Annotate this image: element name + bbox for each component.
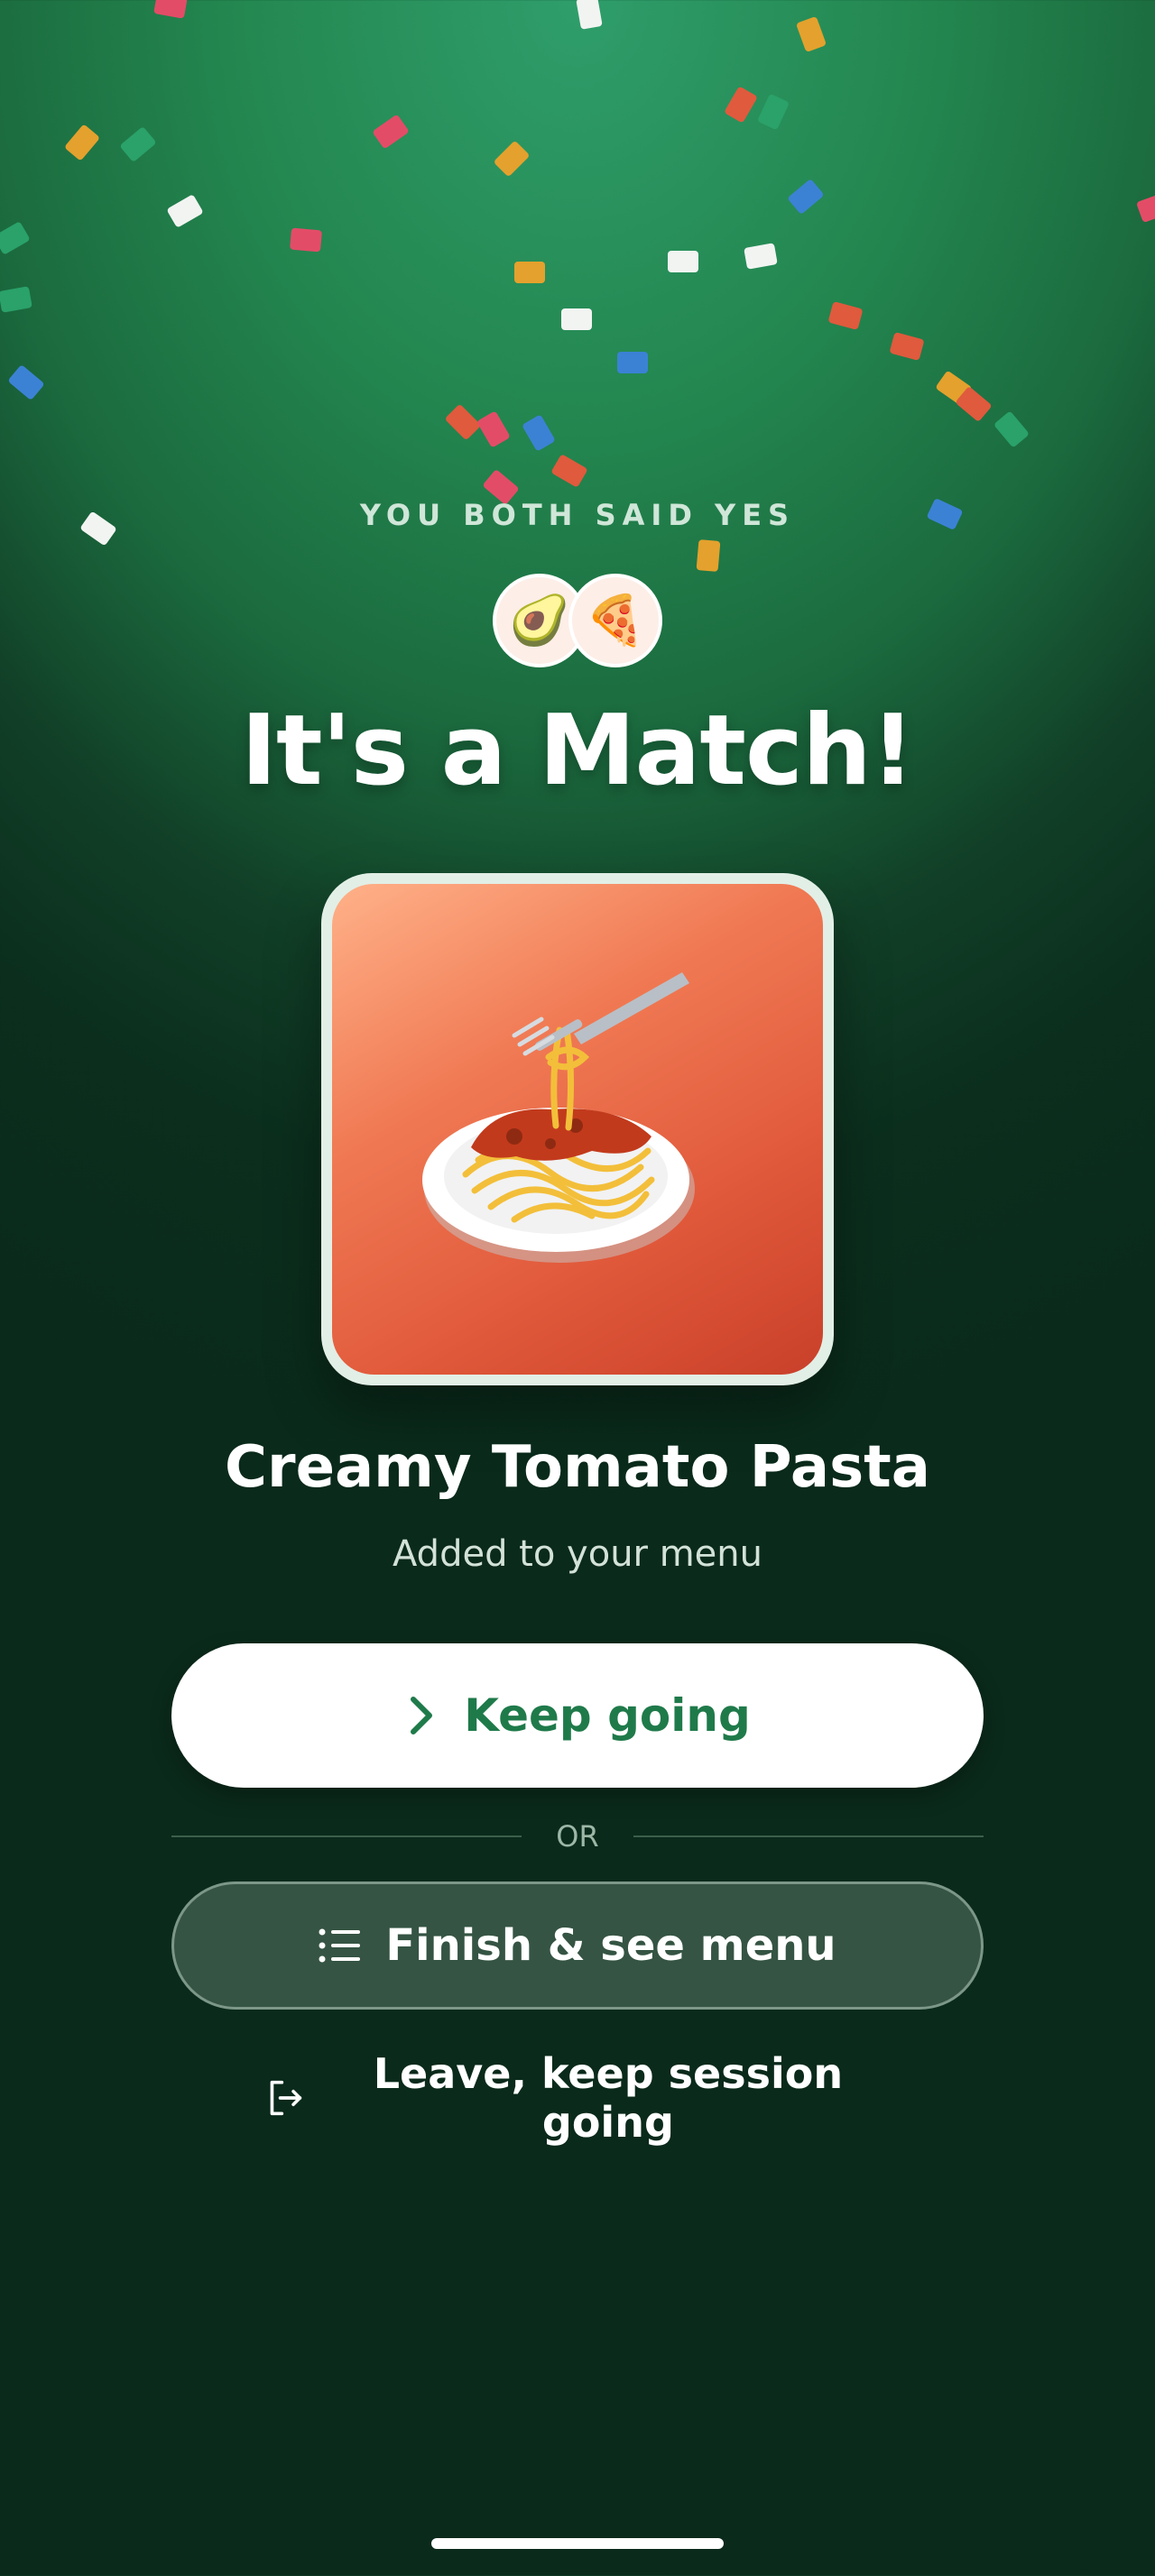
keep-going-button[interactable]: Keep going (171, 1643, 984, 1788)
page-title: It's a Match! (240, 695, 915, 807)
list-icon (319, 1928, 361, 1963)
dish-subtitle: Added to your menu (393, 1533, 762, 1575)
or-label: OR (556, 1819, 599, 1854)
keep-going-label: Keep going (464, 1689, 751, 1742)
finish-see-menu-button[interactable]: Finish & see menu (171, 1881, 984, 2010)
dish-name: Creamy Tomato Pasta (225, 1434, 930, 1501)
leave-session-label: Leave, keep session going (373, 2049, 844, 2147)
finish-see-menu-label: Finish & see menu (385, 1920, 836, 1971)
leave-session-button[interactable]: Leave, keep session going (262, 2049, 893, 2147)
or-divider: OR (171, 1813, 984, 1860)
confetti-decoration (0, 0, 1155, 631)
matched-users: 🥑 🍕 (493, 574, 664, 673)
pizza-icon: 🍕 (568, 574, 662, 667)
exit-icon (270, 2080, 302, 2116)
dish-image-card (321, 873, 834, 1385)
home-indicator[interactable] (431, 2538, 724, 2549)
chevron-right-icon (411, 1697, 433, 1734)
match-eyebrow: YOU BOTH SAID YES (359, 498, 796, 532)
spaghetti-icon (422, 972, 695, 1263)
